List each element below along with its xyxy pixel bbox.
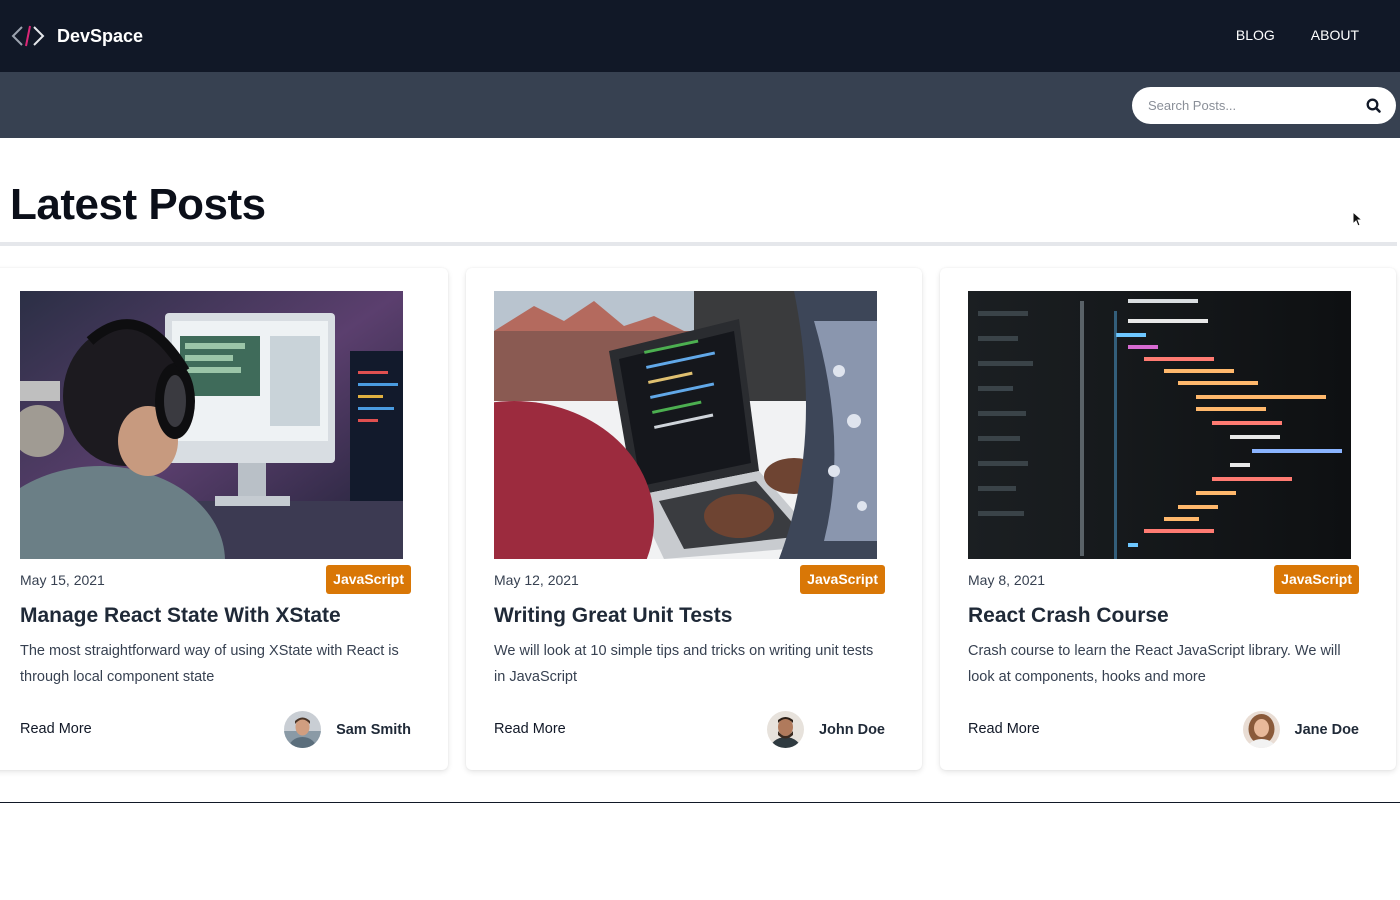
post-excerpt: The most straightforward way of using XS… [20,643,399,685]
main-nav: BLOG ABOUT [1200,25,1359,45]
post-date: May 12, 2021 [494,572,579,588]
nav-link-about[interactable]: ABOUT [1311,25,1359,45]
post-card: May 8, 2021 JavaScript React Crash Cours… [940,268,1396,770]
post-date: May 15, 2021 [20,572,105,588]
read-more-link[interactable]: Read More [968,720,1040,738]
post-author: Sam Smith [284,711,411,748]
author-name: Jane Doe [1294,721,1359,738]
category-badge[interactable]: JavaScript [1274,565,1359,594]
post-title[interactable]: Manage React State With XState [20,602,341,630]
category-badge[interactable]: JavaScript [800,565,885,594]
nav-link-blog[interactable]: BLOG [1236,25,1275,45]
post-excerpt: We will look at 10 simple tips and trick… [494,643,874,685]
author-name: Sam Smith [336,721,411,738]
read-more-link[interactable]: Read More [20,720,92,738]
search-bar-section [0,72,1400,138]
post-card: May 15, 2021 JavaScript Manage React Sta… [0,268,448,770]
search-box [1132,87,1396,124]
author-name: John Doe [818,721,885,738]
search-input[interactable] [1148,95,1358,116]
brand-link[interactable]: DevSpace [10,22,143,50]
post-cover-image[interactable] [494,291,877,559]
footer-divider [0,802,1400,803]
search-icon[interactable] [1364,96,1384,116]
page-title: Latest Posts [10,180,266,229]
author-avatar [1242,711,1280,748]
post-cover-image[interactable] [20,291,403,559]
post-title[interactable]: Writing Great Unit Tests [494,602,732,630]
mouse-cursor-icon [1352,211,1364,227]
title-divider [0,242,1397,246]
post-card: May 12, 2021 JavaScript Writing Great Un… [466,268,922,770]
read-more-link[interactable]: Read More [494,720,566,738]
top-navbar: DevSpace BLOG ABOUT [0,0,1400,72]
author-avatar [766,711,804,748]
post-date: May 8, 2021 [968,572,1046,588]
category-badge[interactable]: JavaScript [326,565,411,594]
brand-name: DevSpace [57,25,144,46]
post-cover-image[interactable] [968,291,1351,559]
post-author: Jane Doe [1242,711,1359,748]
code-brackets-logo-icon [11,25,45,47]
post-title[interactable]: React Crash Course [968,602,1169,630]
post-author: John Doe [766,711,885,748]
post-excerpt: Crash course to learn the React JavaScri… [968,643,1341,685]
author-avatar [284,711,322,748]
